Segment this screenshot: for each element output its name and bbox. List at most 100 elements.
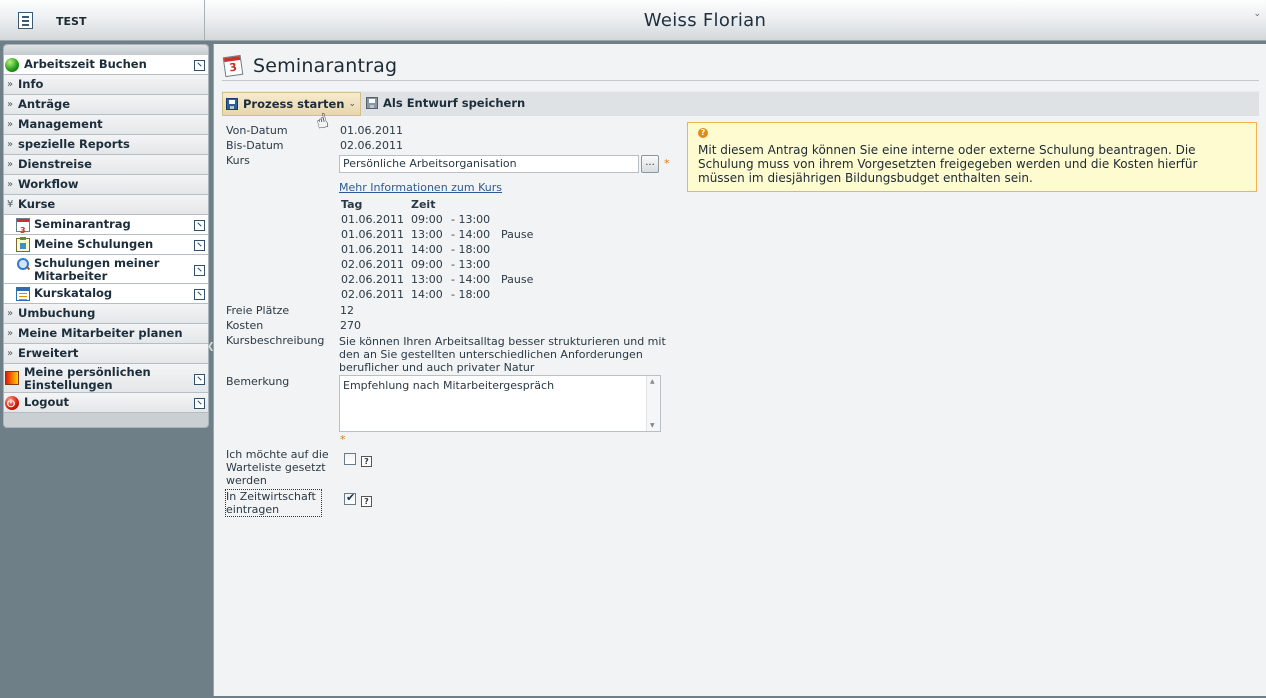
sidebar-item-workflow[interactable]: » Workflow	[4, 175, 208, 195]
warteliste-checkbox[interactable]	[344, 453, 356, 465]
sidebar-item-seminarantrag[interactable]: Seminarantrag	[4, 215, 208, 240]
sidebar-item-label: Meine Mitarbeiter planen	[18, 326, 183, 340]
schedule-from: 09:00	[411, 213, 443, 226]
open-new-window-icon[interactable]	[194, 265, 205, 276]
schedule-day: 01.06.2011	[341, 213, 404, 226]
sidebar-item-erweitert[interactable]: » Erweitert	[4, 344, 208, 364]
main-panel: Seminarantrag Prozess starten ⌄ Als Entw…	[213, 44, 1266, 696]
textarea-scrollbar[interactable]	[646, 376, 660, 431]
chevron-down-icon[interactable]: ⌄	[348, 93, 356, 116]
schedule-to: - 13:00	[451, 258, 491, 271]
calendar-icon	[16, 218, 30, 240]
sidebar-item-persoenliche-einstellungen[interactable]: Meine persönlichen Einstellungen	[4, 364, 208, 393]
required-marker: *	[664, 157, 670, 170]
sidebar-item-logout[interactable]: Logout	[4, 393, 208, 414]
top-bar: TEST Weiss Florian ⌄	[0, 0, 1266, 41]
power-icon	[5, 395, 19, 414]
sidebar-item-management[interactable]: » Management	[4, 115, 208, 135]
start-process-button[interactable]: Prozess starten ⌄	[222, 92, 361, 116]
open-new-window-icon[interactable]	[194, 240, 205, 251]
sidebar-item-label: Arbeitszeit Buchen	[24, 57, 147, 71]
chevron-down-icon: ¥	[7, 199, 14, 210]
sidebar-item-label: Schulungen meiner Mitarbeiter	[34, 256, 160, 283]
calendar-icon	[222, 54, 244, 78]
toolbar: Prozess starten ⌄ Als Entwurf speichern …	[222, 91, 1259, 134]
sidebar-item-label: Management	[18, 117, 103, 131]
bemerkung-text: Empfehlung nach Mitarbeitergespräch	[343, 379, 555, 392]
zeitwirtschaft-label[interactable]: In Zeitwirtschaft eintragen	[225, 489, 322, 517]
save-draft-label: Als Entwurf speichern	[383, 96, 526, 110]
catalog-icon	[16, 287, 30, 301]
required-marker: *	[340, 433, 346, 446]
sidebar-item-umbuchung[interactable]: » Umbuchung	[4, 304, 208, 324]
help-icon[interactable]: ?	[361, 496, 372, 507]
schedule-day: 02.06.2011	[341, 258, 404, 271]
open-new-window-icon[interactable]	[194, 374, 205, 385]
von-datum-value: 01.06.2011	[340, 124, 403, 137]
sidebar: Arbeitszeit Buchen » Info » Anträge » Ma…	[3, 44, 209, 428]
kurs-browse-button[interactable]: ...	[641, 155, 659, 173]
save-draft-button[interactable]: Als Entwurf speichern	[363, 92, 533, 116]
page-title: Seminarantrag	[253, 55, 398, 77]
chevron-right-icon: »	[7, 79, 14, 90]
sidebar-item-arbeitszeit-buchen[interactable]: Arbeitszeit Buchen	[4, 55, 208, 75]
chevron-right-icon: »	[7, 328, 14, 339]
open-new-window-icon[interactable]	[194, 289, 205, 300]
system-name: TEST	[56, 15, 87, 28]
schedule-note: Pause	[501, 228, 534, 241]
info-question-icon: ?	[698, 128, 708, 138]
sidebar-item-info[interactable]: » Info	[4, 75, 208, 95]
zeitwirtschaft-checkbox[interactable]	[344, 491, 356, 505]
chevron-right-icon: »	[7, 179, 14, 190]
schedule-to: - 14:00	[451, 273, 491, 286]
chevron-right-icon: »	[7, 348, 14, 359]
schedule-note: Pause	[501, 273, 534, 286]
kosten-value: 270	[340, 319, 361, 332]
sidebar-item-schulungen-meiner-mitarbeiter[interactable]: Schulungen meiner Mitarbeiter	[4, 255, 208, 284]
info-box: ? Mit diesem Antrag können Sie eine inte…	[687, 122, 1257, 192]
sidebar-item-spezielle-reports[interactable]: » spezielle Reports	[4, 135, 208, 155]
open-new-window-icon[interactable]	[194, 398, 205, 409]
sidebar-item-kurse[interactable]: ¥ Kurse	[4, 195, 208, 215]
system-menu-icon[interactable]	[18, 12, 33, 29]
sidebar-item-label: Umbuchung	[18, 306, 96, 320]
open-new-window-icon[interactable]	[194, 60, 205, 71]
collapse-header-icon[interactable]: ⌄	[1253, 9, 1261, 19]
schedule-day: 02.06.2011	[341, 273, 404, 286]
freie-plaetze-label: Freie Plätze	[226, 304, 290, 317]
sidebar-item-dienstreise[interactable]: » Dienstreise	[4, 155, 208, 175]
bemerkung-textarea[interactable]: Empfehlung nach Mitarbeitergespräch	[339, 375, 661, 432]
sidebar-item-antraege[interactable]: » Anträge	[4, 95, 208, 115]
chevron-right-icon: »	[7, 99, 14, 110]
open-new-window-icon[interactable]	[194, 220, 205, 231]
schedule-header-time: Zeit	[411, 198, 436, 211]
sidebar-item-label: spezielle Reports	[18, 137, 130, 151]
sidebar-item-meine-schulungen[interactable]: Meine Schulungen	[4, 235, 208, 255]
chevron-right-icon: »	[7, 159, 14, 170]
schedule-to: - 14:00	[451, 228, 491, 241]
schedule-header-day: Tag	[341, 198, 363, 211]
sidebar-item-label: Anträge	[18, 97, 71, 111]
chevron-right-icon: »	[7, 139, 14, 150]
help-icon[interactable]: ?	[361, 456, 372, 467]
schedule-from: 14:00	[411, 288, 443, 301]
freie-plaetze-value: 12	[340, 304, 354, 317]
sidebar-item-label: Info	[18, 77, 44, 91]
sidebar-item-label: Logout	[24, 395, 70, 409]
sidebar-item-label: Meine Schulungen	[34, 237, 154, 251]
sidebar-item-kurskatalog[interactable]: Kurskatalog	[4, 284, 208, 304]
kursbeschreibung-value: Sie können Ihren Arbeitsalltag besser st…	[339, 335, 666, 374]
bis-datum-label: Bis-Datum	[226, 139, 284, 152]
save-icon	[226, 98, 238, 110]
sidebar-item-meine-mitarbeiter-planen[interactable]: » Meine Mitarbeiter planen	[4, 324, 208, 344]
schedule-to: - 18:00	[451, 288, 491, 301]
schedule-to: - 18:00	[451, 243, 491, 256]
schedule-from: 13:00	[411, 273, 443, 286]
sidebar-item-label: Kurskatalog	[34, 286, 113, 300]
kurs-field[interactable]: Persönliche Arbeitsorganisation	[339, 155, 639, 173]
sidebar-item-label: Dienstreise	[18, 157, 92, 171]
magnifier-icon	[16, 258, 30, 272]
schedule-day: 01.06.2011	[341, 243, 404, 256]
sidebar-item-label: Meine persönlichen Einstellungen	[24, 365, 151, 392]
more-info-link[interactable]: Mehr Informationen zum Kurs	[339, 181, 502, 194]
